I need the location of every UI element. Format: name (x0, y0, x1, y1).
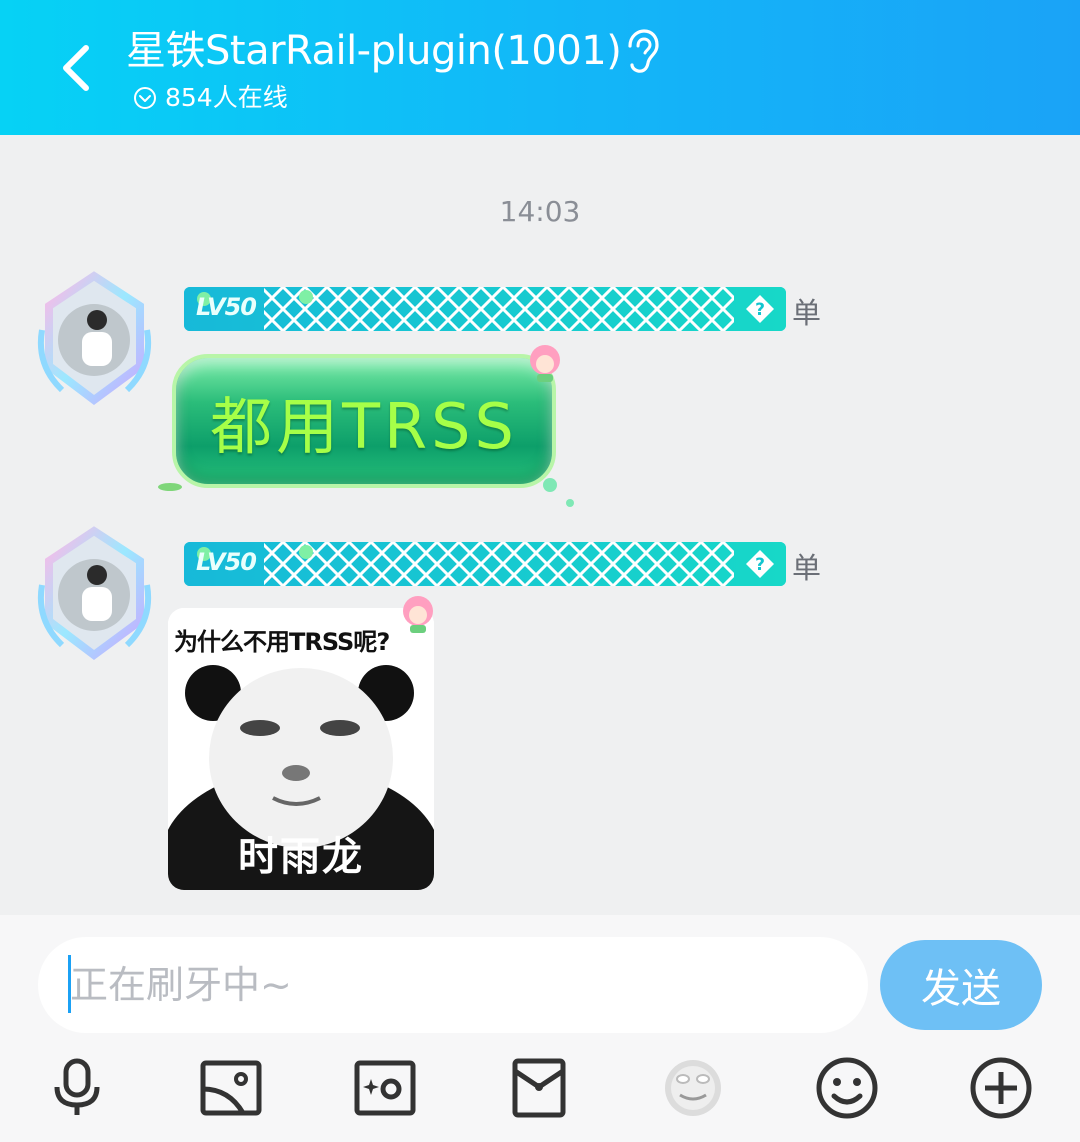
chevron-left-icon (63, 45, 89, 91)
nameplate-pattern-icon (184, 542, 786, 586)
ear-icon[interactable] (620, 28, 660, 74)
back-button[interactable] (50, 40, 100, 96)
question-badge-icon[interactable]: ? (744, 293, 776, 325)
emoji-button[interactable] (812, 1053, 882, 1123)
image-button[interactable] (196, 1053, 266, 1123)
sticker-image[interactable]: 为什么不用TRSS呢? 时雨龙 (168, 608, 434, 890)
svg-text:?: ? (755, 555, 765, 575)
message-timestamp: 14:03 (499, 195, 581, 228)
nameplate-pattern-icon (184, 287, 786, 331)
svg-text:?: ? (755, 300, 765, 320)
camera-button[interactable] (350, 1053, 420, 1123)
emoji-icon (816, 1057, 878, 1119)
online-count[interactable]: 854人在线 (133, 82, 288, 114)
chibi-decoration-icon (403, 596, 433, 633)
text-caret (68, 955, 71, 1013)
plus-icon (970, 1057, 1032, 1119)
send-button[interactable]: 发送 (880, 940, 1042, 1030)
online-count-text: 854人在线 (165, 83, 288, 112)
avatar-frame-icon (37, 271, 152, 405)
member-tag: 单 (792, 551, 822, 585)
message-input[interactable] (38, 937, 868, 1033)
message-bubble[interactable]: 都用TRSS (172, 354, 556, 488)
message-text: 都用TRSS (210, 390, 518, 463)
sticker-face-icon (665, 1060, 721, 1116)
sticker-caption-top: 为什么不用TRSS呢? (174, 628, 390, 656)
level-nameplate: LV50 ? (184, 287, 786, 331)
avatar-frame-icon (37, 526, 152, 660)
avatar[interactable] (32, 525, 157, 665)
microphone-icon (54, 1058, 100, 1115)
red-packet-button[interactable] (504, 1053, 574, 1123)
member-tag: 单 (792, 296, 822, 330)
group-title[interactable]: 星铁StarRail-plugin(1001) (126, 26, 622, 76)
chat-header: 星铁StarRail-plugin(1001) 854人在线 (0, 0, 1080, 135)
voice-button[interactable] (42, 1053, 112, 1123)
red-packet-icon (512, 1058, 566, 1118)
more-button[interactable] (966, 1053, 1036, 1123)
circle-chevron-down-icon (134, 87, 156, 109)
composer-toolbar (0, 1053, 1080, 1123)
camera-icon (354, 1060, 416, 1116)
chat-messages[interactable]: 14:03 LV50 ? 单 都用TRSS LV50 ? 单 为什么不用TRSS… (0, 135, 1080, 915)
chibi-decoration-icon (530, 345, 560, 382)
level-label: LV50 (196, 548, 257, 576)
composer: 发送 (0, 915, 1080, 1142)
question-badge-icon[interactable]: ? (744, 548, 776, 580)
leaf-decoration-icon (158, 478, 574, 507)
sticker-button[interactable] (658, 1053, 728, 1123)
level-nameplate: LV50 ? (184, 542, 786, 586)
level-label: LV50 (196, 293, 257, 321)
avatar[interactable] (32, 270, 157, 410)
sticker-caption-bottom: 时雨龙 (238, 834, 364, 880)
image-icon (200, 1060, 262, 1116)
